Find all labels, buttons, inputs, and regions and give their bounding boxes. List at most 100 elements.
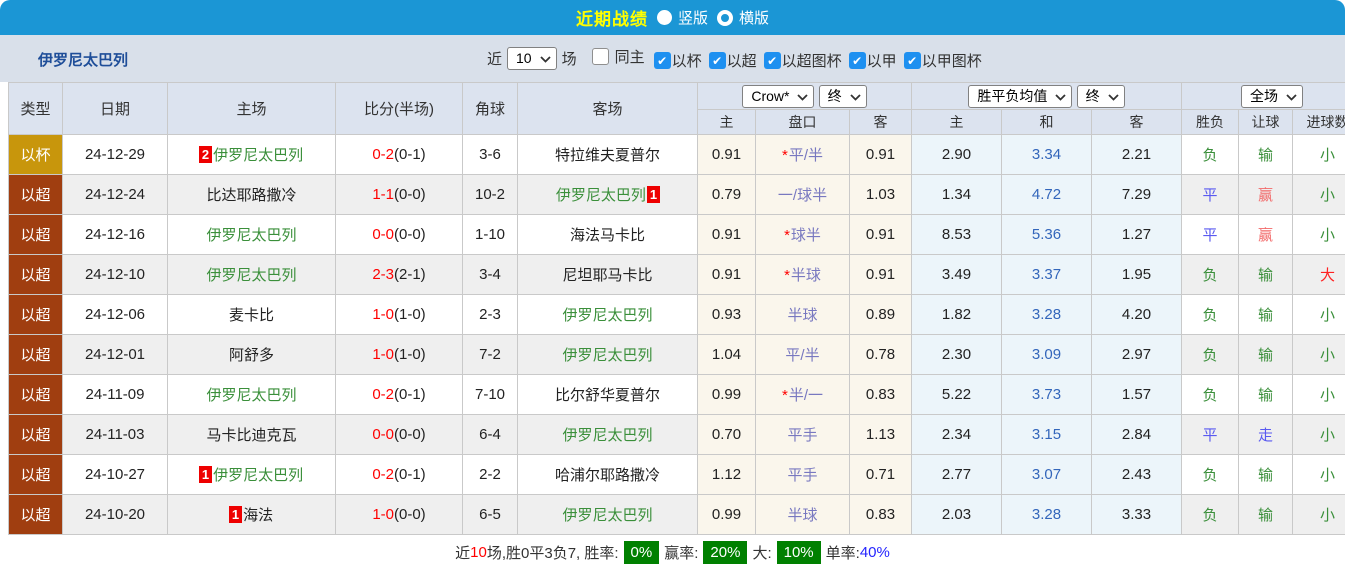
checkbox-checked-icon[interactable]: ✔ <box>849 52 866 69</box>
radio-vertical[interactable]: 竖版 <box>657 7 708 28</box>
date-cell: 24-10-27 <box>63 455 168 495</box>
europe-away-odds-cell: 4.20 <box>1092 295 1182 335</box>
score-cell: 0-0(0-0) <box>336 215 463 255</box>
asia-handicap-cell: 半球 <box>756 495 850 535</box>
rank-badge: 1 <box>647 186 660 203</box>
checkbox-checked-icon[interactable]: ✔ <box>654 52 671 69</box>
select-asia-time-value: 终 <box>828 88 842 105</box>
recent-count-select[interactable]: 10 <box>507 47 557 70</box>
table-row: 以杯24-12-292伊罗尼太巴列0-2(0-1)3-6特拉维夫夏普尔0.91*… <box>9 135 1345 175</box>
rank-badge: 1 <box>229 506 242 523</box>
checkbox-checked-icon[interactable]: ✔ <box>764 52 781 69</box>
handicap-text: 半球 <box>787 507 817 524</box>
europe-home-odds-cell: 1.82 <box>912 295 1002 335</box>
radio-selected-icon[interactable] <box>657 10 672 25</box>
asia-home-odds-cell: 1.04 <box>698 335 756 375</box>
filter-checkbox-1[interactable]: ✔以杯 <box>654 50 702 71</box>
fulltime-score: 0-0 <box>372 426 394 443</box>
asia-away-odds-cell: 1.13 <box>850 415 912 455</box>
asia-home-odds-cell: 0.99 <box>698 495 756 535</box>
date-cell: 24-12-01 <box>63 335 168 375</box>
team-name-text: 伊罗尼太巴列 <box>555 187 647 204</box>
page-title: 近期战绩 <box>576 5 648 30</box>
type-cell: 以杯 <box>9 135 63 175</box>
away-team-cell: 伊罗尼太巴列 <box>518 295 698 335</box>
home-team-cell: 伊罗尼太巴列 <box>168 255 336 295</box>
filter-controls: 近 10 场 同主✔以杯✔以超✔以超图杯✔以甲✔以甲图杯 <box>487 35 982 82</box>
handicap-outcome-cell: 赢 <box>1239 175 1293 215</box>
outcome-cell: 负 <box>1182 135 1239 175</box>
europe-draw-odds-cell: 3.15 <box>1002 415 1092 455</box>
summary-segment-plain: 大: <box>752 542 771 563</box>
asia-away-odds-cell: 0.91 <box>850 135 912 175</box>
summary-bar: 近10场,胜0平3负7, 胜率:0%赢率:20%大:10%单率:40% <box>0 535 1345 570</box>
europe-away-odds-cell: 1.57 <box>1092 375 1182 415</box>
goals-outcome-cell: 小 <box>1293 455 1345 495</box>
away-team-cell: 哈浦尔耶路撒冷 <box>518 455 698 495</box>
europe-away-odds-cell: 1.95 <box>1092 255 1182 295</box>
handicap-text: 半/一 <box>789 387 823 404</box>
halftime-score: (0-0) <box>394 426 426 443</box>
europe-home-odds-cell: 5.22 <box>912 375 1002 415</box>
filter-checkbox-4[interactable]: ✔以甲 <box>849 50 897 71</box>
checkbox-label: 以超 <box>727 50 757 71</box>
select-scope[interactable]: 全场 <box>1241 85 1303 108</box>
checkbox-checked-icon[interactable]: ✔ <box>709 52 726 69</box>
col-header-home: 主场 <box>168 83 336 135</box>
recent-label: 近 <box>487 48 502 69</box>
filter-checkbox-0[interactable]: 同主 <box>592 46 645 67</box>
asia-handicap-cell: 半球 <box>756 295 850 335</box>
halftime-score: (1-0) <box>394 306 426 323</box>
summary-segment-plain: 单率: <box>826 542 860 563</box>
team-name-text: 伊罗尼太巴列 <box>212 467 304 484</box>
asia-home-odds-cell: 0.70 <box>698 415 756 455</box>
select-asia-time[interactable]: 终 <box>819 85 867 108</box>
fulltime-score: 0-2 <box>372 386 394 403</box>
europe-home-odds-cell: 2.30 <box>912 335 1002 375</box>
select-bookmaker[interactable]: Crow* <box>742 85 814 108</box>
col-header-outcome: 胜负 <box>1182 110 1239 135</box>
checkbox-label: 以甲图杯 <box>922 50 982 71</box>
checkbox-checked-icon[interactable]: ✔ <box>904 52 921 69</box>
select-europe-time[interactable]: 终 <box>1077 85 1125 108</box>
goals-outcome-cell: 小 <box>1293 175 1345 215</box>
score-cell: 2-3(2-1) <box>336 255 463 295</box>
score-cell: 0-2(0-1) <box>336 455 463 495</box>
europe-away-odds-cell: 3.33 <box>1092 495 1182 535</box>
chevron-down-icon <box>1055 88 1066 105</box>
col-header-date: 日期 <box>63 83 168 135</box>
type-cell: 以超 <box>9 335 63 375</box>
europe-draw-odds-cell: 4.72 <box>1002 175 1092 215</box>
team-name-text: 伊罗尼太巴列 <box>205 227 297 244</box>
europe-away-odds-cell: 2.43 <box>1092 455 1182 495</box>
away-team-cell: 伊罗尼太巴列 <box>518 335 698 375</box>
table-row: 以超24-12-01阿舒多1-0(1-0)7-2伊罗尼太巴列1.04平/半0.7… <box>9 335 1345 375</box>
checkbox-label: 以超图杯 <box>782 50 842 71</box>
goals-outcome-cell: 小 <box>1293 375 1345 415</box>
fulltime-score: 1-0 <box>372 306 394 323</box>
col-header-goals-outcome: 进球数 <box>1293 110 1345 135</box>
halftime-score: (0-1) <box>394 466 426 483</box>
filter-checkbox-3[interactable]: ✔以超图杯 <box>764 50 842 71</box>
col-header-asia-away: 客 <box>850 110 912 135</box>
table-row: 以超24-11-03马卡比迪克瓦0-0(0-0)6-4伊罗尼太巴列0.70平手1… <box>9 415 1345 455</box>
select-europe-source[interactable]: 胜平负均值 <box>968 85 1072 108</box>
radio-horizontal[interactable]: 横版 <box>717 7 769 28</box>
rank-badge: 2 <box>199 146 212 163</box>
table-row: 以超24-10-201海法1-0(0-0)6-5伊罗尼太巴列0.99半球0.83… <box>9 495 1345 535</box>
col-header-asia-line: 盘口 <box>756 110 850 135</box>
europe-draw-odds-cell: 3.09 <box>1002 335 1092 375</box>
radio-unselected-icon[interactable] <box>717 10 733 26</box>
team-name-text: 海法马卡比 <box>569 227 646 244</box>
europe-away-odds-cell: 7.29 <box>1092 175 1182 215</box>
chevron-down-icon <box>850 88 861 105</box>
handicap-text: 平手 <box>787 467 817 484</box>
fulltime-score: 1-0 <box>372 506 394 523</box>
filter-checkbox-5[interactable]: ✔以甲图杯 <box>904 50 982 71</box>
filter-checkbox-2[interactable]: ✔以超 <box>709 50 757 71</box>
checkbox-unchecked-icon[interactable] <box>592 48 609 65</box>
col-header-asia-home: 主 <box>698 110 756 135</box>
halftime-score: (0-0) <box>394 506 426 523</box>
home-team-cell: 麦卡比 <box>168 295 336 335</box>
score-cell: 0-2(0-1) <box>336 135 463 175</box>
